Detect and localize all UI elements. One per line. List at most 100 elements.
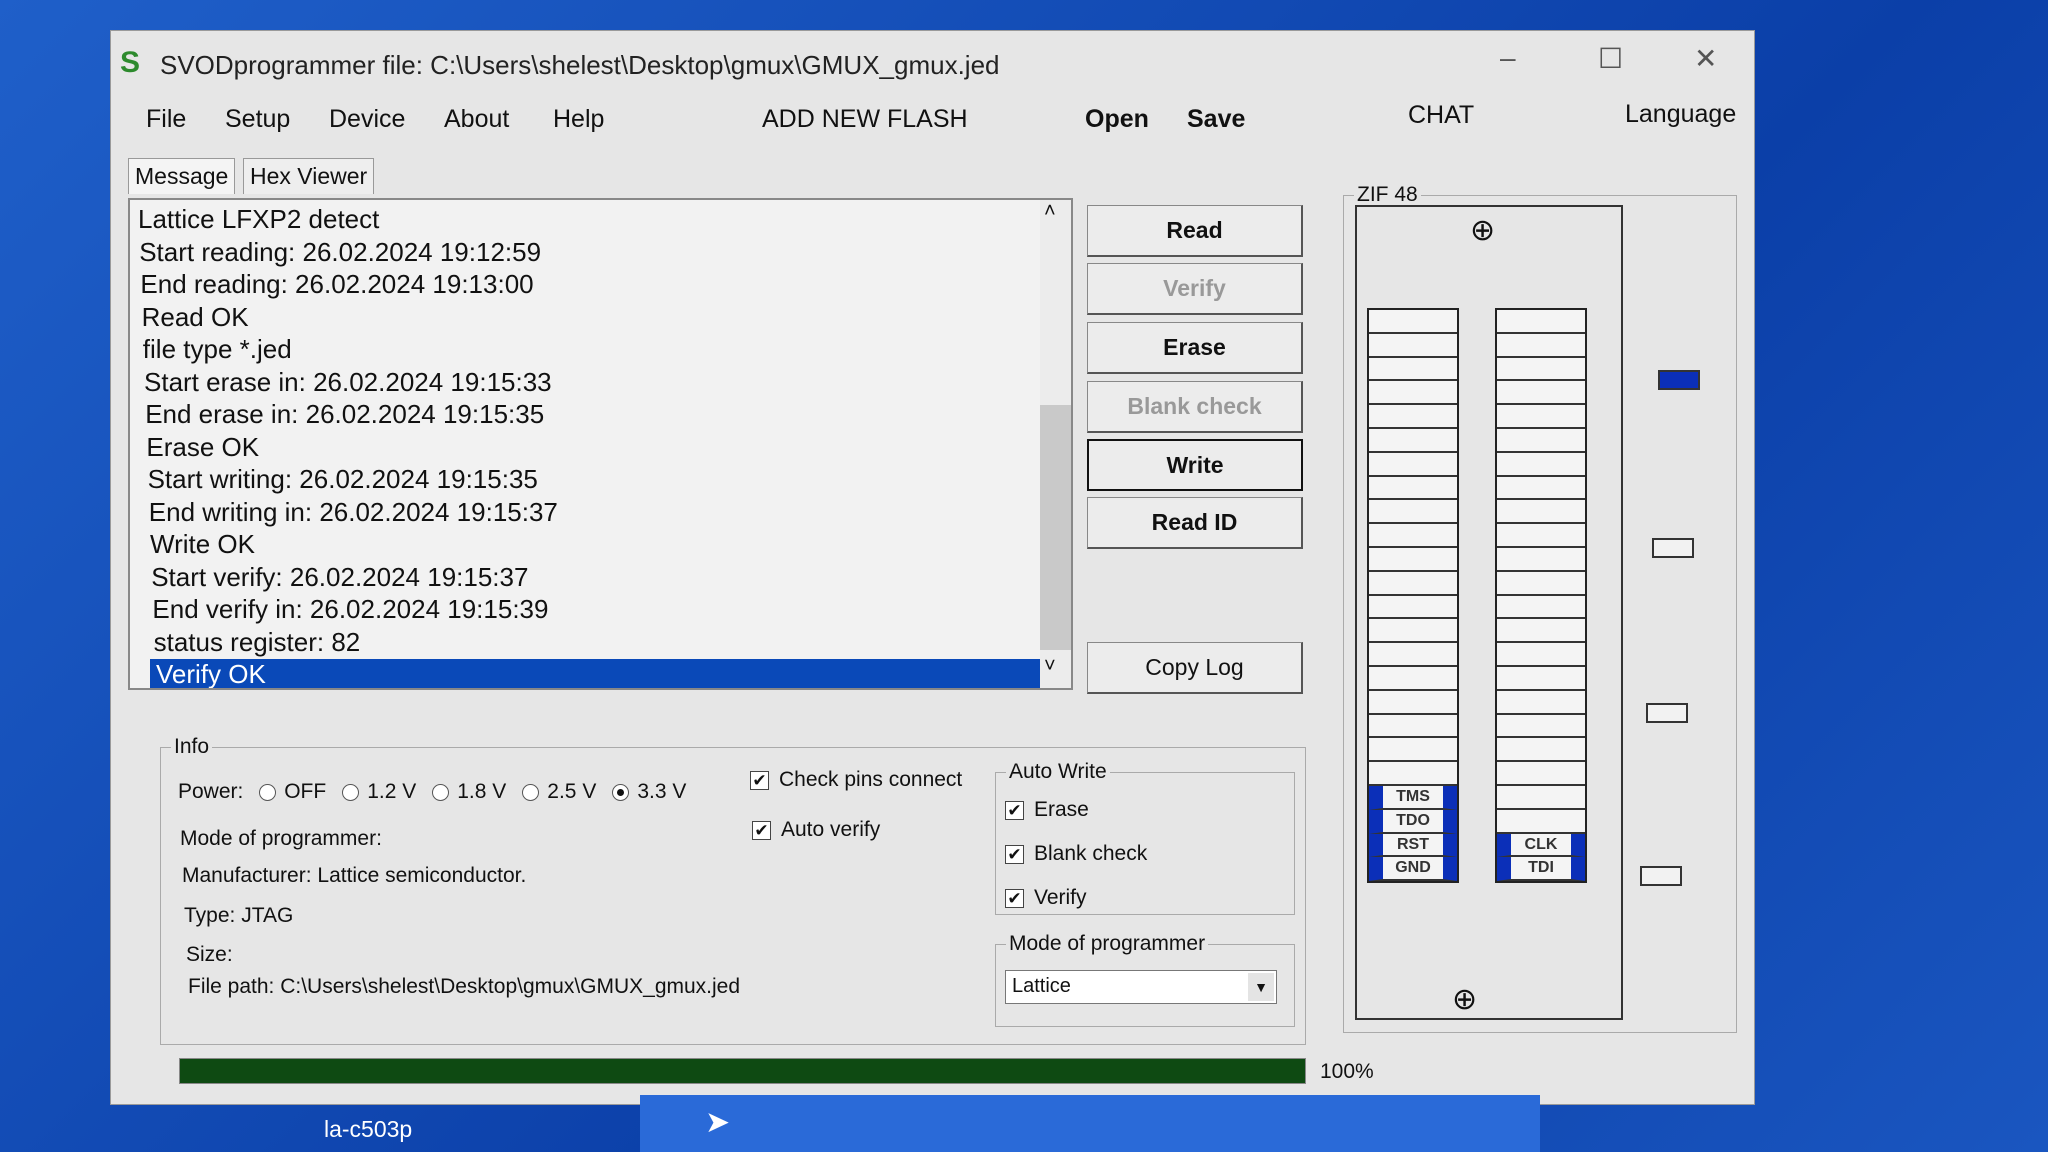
auto-blank-check-checkbox[interactable]: ✔ Blank check	[1005, 842, 1147, 866]
power-radio[interactable]	[259, 783, 277, 801]
log-line[interactable]: End reading: 26.02.2024 19:13:00	[140, 269, 533, 300]
menu-language[interactable]: Language	[1625, 100, 1736, 129]
progress-fill	[180, 1059, 1305, 1083]
power-option-label: OFF	[284, 780, 327, 803]
log-line[interactable]: Start reading: 26.02.2024 19:12:59	[139, 237, 541, 268]
zif-slot	[1497, 357, 1585, 382]
log-line[interactable]: Start verify: 26.02.2024 19:15:37	[151, 562, 528, 593]
zif-slot	[1497, 405, 1585, 429]
zif-slot	[1369, 762, 1457, 786]
maximize-button[interactable]: ☐	[1598, 42, 1623, 75]
zif-pin-clk: CLK	[1497, 833, 1585, 858]
progress-label: 100%	[1320, 1060, 1374, 1083]
tab-message[interactable]: Message	[128, 158, 236, 194]
zif-slot	[1497, 619, 1585, 644]
verify-button[interactable]: Verify	[1087, 263, 1303, 315]
power-option-label: 1.2 V	[367, 780, 417, 803]
menu-device[interactable]: Device	[329, 105, 405, 134]
tab-hex-viewer[interactable]: Hex Viewer	[243, 158, 375, 194]
zif-slot	[1497, 452, 1585, 477]
message-log[interactable]: Lattice LFXP2 detect Start reading: 26.02…	[128, 198, 1073, 690]
write-button[interactable]: Write	[1087, 439, 1303, 491]
log-scrollbar[interactable]: ˄ ˅	[1040, 200, 1071, 688]
log-line[interactable]: Start erase in: 26.02.2024 19:15:33	[144, 367, 552, 398]
menu-add-new-flash[interactable]: ADD NEW FLASH	[762, 105, 968, 134]
mode-select[interactable]: Lattice ▼	[1005, 970, 1277, 1004]
menu-about[interactable]: About	[444, 105, 509, 134]
menu-chat[interactable]: CHAT	[1408, 101, 1474, 130]
status-indicator	[1652, 538, 1694, 558]
zif-slot	[1369, 333, 1457, 358]
log-line[interactable]: Read OK	[142, 302, 249, 333]
zif-slot	[1497, 524, 1585, 548]
auto-verify-write-checkbox[interactable]: ✔ Verify	[1005, 886, 1087, 910]
zif-slot	[1497, 809, 1585, 834]
log-line[interactable]: Erase OK	[146, 432, 259, 463]
log-line[interactable]: End verify in: 26.02.2024 19:15:39	[152, 594, 548, 625]
log-line[interactable]: Write OK	[150, 529, 255, 560]
app-logo: S	[120, 46, 141, 79]
zif-slot	[1497, 643, 1585, 667]
log-line[interactable]: file type *.jed	[143, 334, 292, 365]
zif-slot	[1497, 666, 1585, 691]
scroll-thumb[interactable]	[1040, 405, 1071, 650]
zif-slot	[1369, 357, 1457, 382]
log-line[interactable]: End erase in: 26.02.2024 19:15:35	[145, 399, 544, 430]
minimize-button[interactable]: –	[1500, 42, 1516, 74]
auto-verify-checkbox[interactable]: ✔ Auto verify	[752, 818, 880, 842]
zif-slot	[1369, 714, 1457, 739]
power-radio[interactable]	[432, 783, 450, 801]
zif-slot	[1369, 547, 1457, 572]
menu-file[interactable]: File	[146, 105, 186, 134]
log-line[interactable]: Start writing: 26.02.2024 19:15:35	[148, 464, 538, 495]
power-radio[interactable]	[612, 783, 630, 801]
close-button[interactable]: ✕	[1694, 42, 1717, 75]
zif-slot	[1369, 666, 1457, 691]
chevron-down-icon[interactable]: ▼	[1248, 973, 1274, 1001]
zif-left-column: TMS TDO RST GND	[1367, 308, 1459, 884]
power-radio[interactable]	[522, 783, 540, 801]
zif-slot	[1497, 428, 1585, 453]
zif-slot	[1497, 500, 1585, 525]
log-line[interactable]: Verify OK	[150, 659, 1050, 688]
menu-open[interactable]: Open	[1085, 105, 1149, 134]
menu-save[interactable]: Save	[1187, 105, 1245, 134]
scroll-up-icon[interactable]: ˄	[1044, 200, 1056, 223]
status-indicator	[1640, 866, 1682, 886]
power-radio[interactable]	[342, 783, 360, 801]
size-label: Size:	[186, 943, 233, 966]
check-pins-checkbox[interactable]: ✔ Check pins connect	[750, 768, 962, 792]
mouse-cursor-icon: ➤	[705, 1106, 731, 1139]
copy-log-button[interactable]: Copy Log	[1087, 642, 1303, 694]
status-indicator-active	[1658, 370, 1700, 390]
zif-slot	[1497, 762, 1585, 786]
read-button[interactable]: Read	[1087, 205, 1303, 257]
zif-slot	[1369, 310, 1457, 334]
zif-slot	[1369, 643, 1457, 667]
zif-right-column: CLK TDI	[1495, 308, 1587, 884]
log-line[interactable]: End writing in: 26.02.2024 19:15:37	[149, 497, 558, 528]
zif-slot	[1497, 785, 1585, 810]
zif-slot	[1369, 524, 1457, 548]
mode-label: Mode of programmer:	[180, 827, 382, 850]
zif-slot	[1369, 619, 1457, 644]
menu-help[interactable]: Help	[553, 105, 604, 134]
log-line[interactable]: status register: 82	[154, 627, 361, 658]
zif-pin-tms: TMS	[1369, 785, 1457, 810]
log-line[interactable]: Lattice LFXP2 detect	[138, 204, 379, 235]
progress-bar	[179, 1058, 1306, 1084]
desktop-icon-label[interactable]: la-c503p	[324, 1116, 412, 1143]
menu-setup[interactable]: Setup	[225, 105, 290, 134]
power-selector: Power: OFF 1.2 V 1.8 V 2.5 V 3.3 V	[178, 780, 692, 804]
auto-erase-checkbox[interactable]: ✔ Erase	[1005, 798, 1089, 822]
zif-slot	[1369, 690, 1457, 715]
zif-slot	[1497, 738, 1585, 763]
read-id-button[interactable]: Read ID	[1087, 497, 1303, 549]
blank-check-button[interactable]: Blank check	[1087, 381, 1303, 433]
zif-slot	[1369, 738, 1457, 763]
zif-slot	[1497, 381, 1585, 406]
power-option-label: 1.8 V	[457, 780, 507, 803]
info-legend: Info	[174, 735, 210, 758]
scroll-down-icon[interactable]: ˅	[1044, 655, 1056, 678]
erase-button[interactable]: Erase	[1087, 322, 1303, 374]
